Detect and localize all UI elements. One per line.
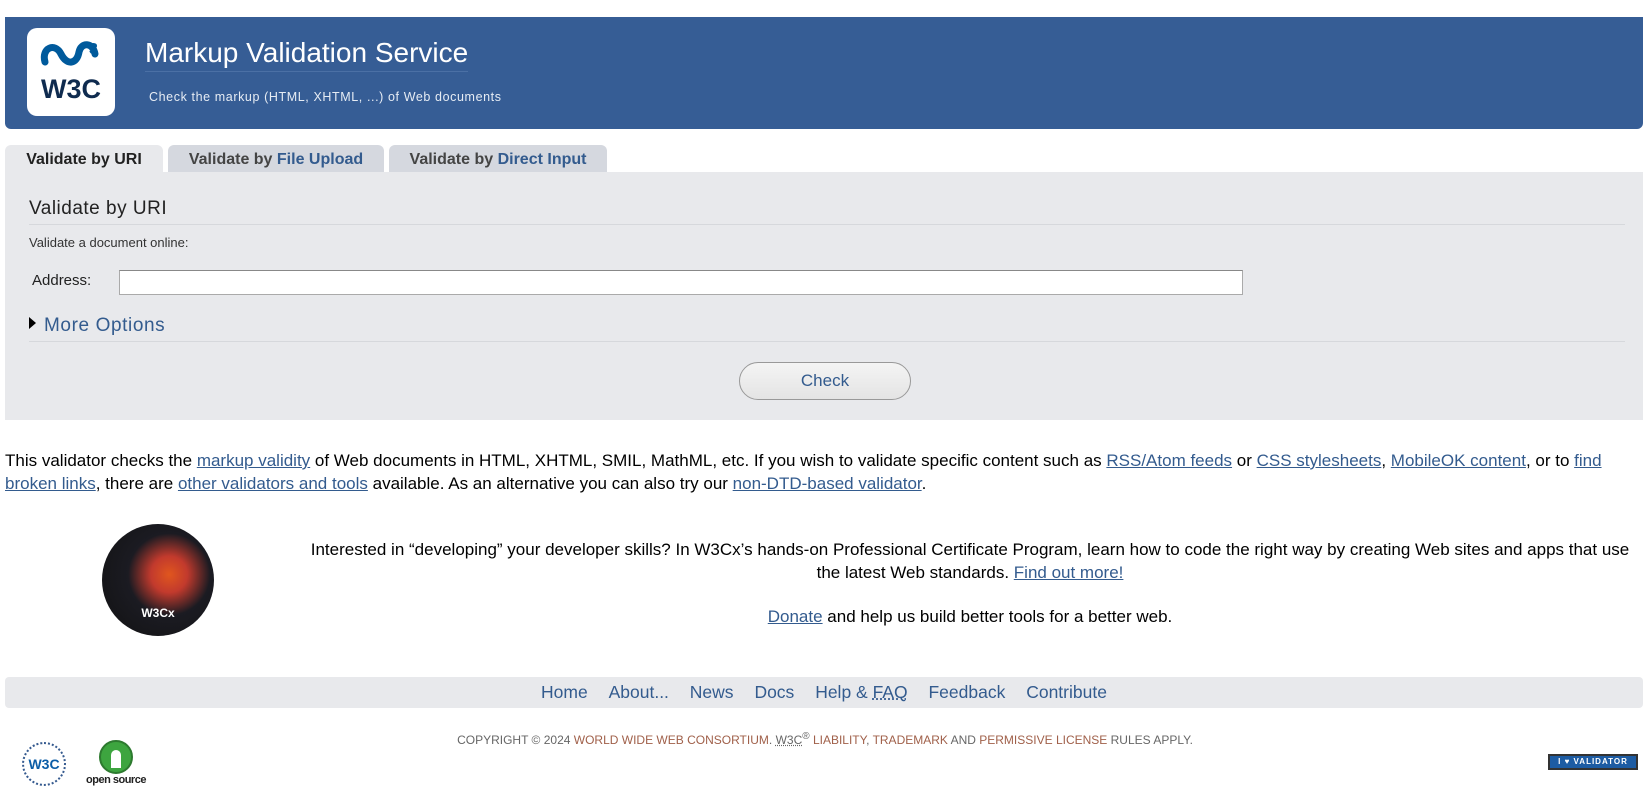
header: 3 W3C Markup Validation Service Check th…: [5, 17, 1643, 129]
copyright: COPYRIGHT © 2024 WORLD WIDE WEB CONSORTI…: [457, 731, 1193, 747]
svg-text:3: 3: [89, 41, 98, 58]
promo-text: Interested in “developing” your develope…: [310, 540, 1630, 582]
nav-contribute[interactable]: Contribute: [1026, 682, 1107, 702]
nav-about[interactable]: About...: [609, 682, 669, 702]
nav-feedback[interactable]: Feedback: [928, 682, 1005, 702]
nav-docs[interactable]: Docs: [754, 682, 794, 702]
tab-validate-by-uri[interactable]: Validate by URI: [5, 145, 163, 173]
donate-text: Donate and help us build better tools fo…: [767, 607, 1173, 626]
w3c-logo[interactable]: 3 W3C: [27, 28, 115, 116]
check-button[interactable]: Check: [739, 362, 911, 400]
intro-text: This validator checks the markup validit…: [5, 451, 1602, 493]
section-label: Validate a document online:: [29, 235, 189, 250]
non-dtd-validator-link[interactable]: non-DTD-based validator: [733, 474, 922, 493]
tab-validate-by-direct-input[interactable]: Validate by Direct Input: [389, 145, 607, 173]
i-love-validator-badge[interactable]: I ♥ VALIDATOR: [1548, 754, 1638, 770]
address-label: Address:: [32, 272, 92, 289]
donate-link[interactable]: Donate: [768, 607, 823, 626]
page-subtitle: Check the markup (HTML, XHTML, ...) of W…: [149, 90, 502, 104]
nav-help-faq[interactable]: Help & FAQ: [815, 682, 907, 702]
address-input[interactable]: [119, 270, 1243, 295]
rss-atom-link[interactable]: RSS/Atom feeds: [1106, 451, 1232, 470]
w3cx-badge[interactable]: W3Cx: [102, 524, 214, 636]
more-options-toggle[interactable]: More Options: [29, 315, 1625, 342]
mobileok-link[interactable]: MobileOK content: [1391, 451, 1526, 470]
find-out-more-link[interactable]: Find out more!: [1014, 563, 1124, 582]
license-link[interactable]: PERMISSIVE LICENSE: [979, 733, 1107, 747]
section-title: Validate by URI: [29, 198, 1625, 225]
page-title: Markup Validation Service: [145, 37, 469, 72]
footer-nav: Home About... News Docs Help & FAQ Feedb…: [5, 677, 1643, 708]
tab-validate-by-file-upload[interactable]: Validate by File Upload: [168, 145, 384, 173]
w3c-seal-logo[interactable]: W3C: [22, 742, 66, 786]
liability-link[interactable]: LIABILITY: [813, 733, 866, 747]
other-validators-link[interactable]: other validators and tools: [178, 474, 368, 493]
trademark-link[interactable]: TRADEMARK: [873, 733, 948, 747]
validate-panel: Validate by URI Validate a document onli…: [5, 172, 1643, 420]
markup-validity-link[interactable]: markup validity: [197, 451, 310, 470]
open-source-icon: [99, 740, 133, 774]
nav-news[interactable]: News: [690, 682, 734, 702]
w3c-wave-icon: 3: [40, 41, 99, 66]
nav-home[interactable]: Home: [541, 682, 588, 702]
open-source-logo[interactable]: open source: [86, 740, 146, 790]
w3c-link[interactable]: WORLD WIDE WEB CONSORTIUM: [574, 733, 769, 747]
triangle-right-icon: [29, 317, 36, 329]
css-link[interactable]: CSS stylesheets: [1257, 451, 1382, 470]
